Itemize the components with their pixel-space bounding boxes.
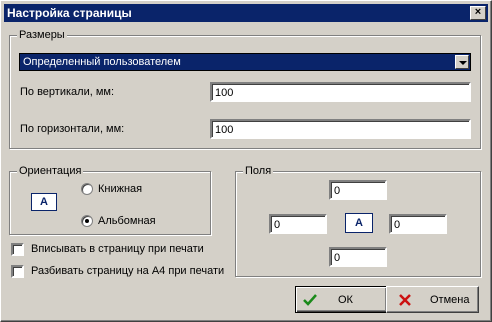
cross-icon (399, 294, 411, 306)
split-a4-label[interactable]: Разбивать страницу на А4 при печати (31, 265, 224, 277)
portrait-radio[interactable] (81, 183, 93, 195)
cancel-button[interactable]: Отмена (386, 286, 479, 313)
portrait-label[interactable]: Книжная (98, 183, 142, 195)
landscape-radio[interactable] (81, 215, 93, 227)
close-icon: × (474, 6, 482, 18)
size-preset-value: Определенный пользователем (23, 56, 181, 68)
orientation-preview-icon: A (31, 193, 57, 211)
orientation-group-label: Ориентация (17, 164, 84, 178)
split-a4-checkbox[interactable] (11, 265, 24, 278)
margins-preview-icon: A (345, 213, 373, 233)
title-bar[interactable]: Настройка страницы × (4, 4, 488, 22)
margin-left-input[interactable]: 0 (269, 214, 327, 234)
dialog-title: Настройка страницы (7, 6, 132, 20)
horizontal-label: По горизонтали, мм: (20, 123, 125, 135)
cancel-label: Отмена (430, 294, 470, 306)
fit-to-page-checkbox[interactable] (11, 243, 24, 256)
margins-group-label: Поля (243, 164, 274, 178)
vertical-label: По вертикали, мм: (20, 86, 115, 98)
page-setup-dialog: Настройка страницы × Размеры Определенны… (0, 0, 492, 322)
fit-to-page-label[interactable]: Вписывать в страницу при печати (31, 243, 204, 255)
checkmark-icon (303, 294, 317, 306)
size-preset-select[interactable]: Определенный пользователем (19, 53, 471, 71)
horizontal-input[interactable]: 100 (210, 119, 471, 139)
landscape-label[interactable]: Альбомная (98, 215, 156, 227)
close-button[interactable]: × (470, 6, 486, 20)
margin-bottom-input[interactable]: 0 (329, 247, 387, 267)
ok-label: ОК (338, 294, 353, 306)
vertical-input[interactable]: 100 (210, 82, 471, 102)
margin-right-input[interactable]: 0 (389, 214, 447, 234)
size-group-label: Размеры (17, 28, 67, 42)
margin-top-input[interactable]: 0 (329, 180, 387, 200)
chevron-down-icon[interactable] (455, 55, 469, 69)
ok-button[interactable]: ОК (295, 286, 388, 313)
